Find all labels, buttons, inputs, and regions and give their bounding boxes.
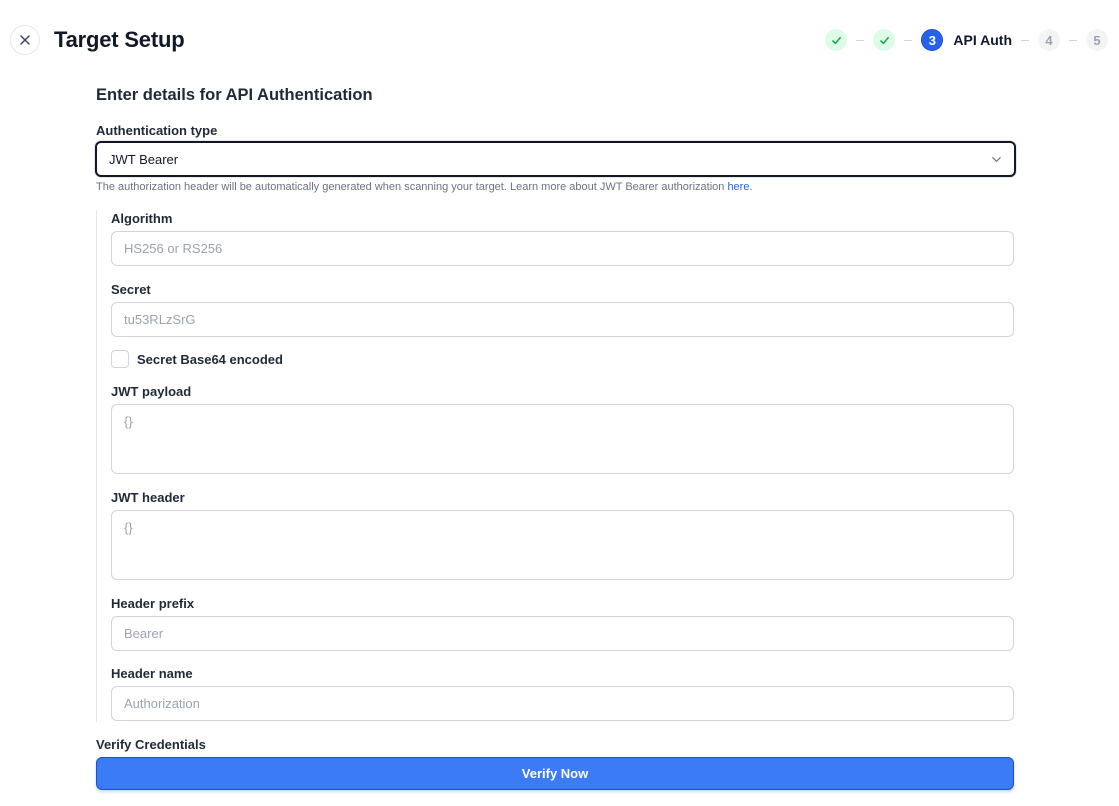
header-prefix-label: Header prefix: [111, 596, 195, 611]
helper-text: The authorization header will be automat…: [96, 181, 728, 193]
secret-label: Secret: [111, 282, 151, 297]
learn-more-link[interactable]: here.: [727, 181, 752, 193]
step-5-pending[interactable]: 5: [1086, 29, 1108, 51]
close-icon: [20, 35, 30, 45]
secret-base64-option[interactable]: Secret Base64 encoded: [111, 350, 283, 368]
indent-divider: [96, 210, 97, 722]
step-separator: [1021, 39, 1029, 41]
step-3-label: API Auth: [953, 32, 1012, 48]
jwt-header-label: JWT header: [111, 490, 185, 505]
secret-input[interactable]: [111, 302, 1014, 337]
chevron-down-icon: [992, 156, 1001, 162]
section-title: Enter details for API Authentication: [96, 86, 373, 104]
verify-credentials-label: Verify Credentials: [96, 737, 206, 752]
step-separator: [1069, 39, 1077, 41]
jwt-payload-label: JWT payload: [111, 384, 192, 399]
check-icon: [832, 36, 841, 44]
stepper: 3 API Auth 4 5: [825, 29, 1119, 51]
close-button[interactable]: [10, 25, 40, 55]
header-name-label: Header name: [111, 666, 193, 681]
secret-base64-label: Secret Base64 encoded: [137, 351, 283, 367]
auth-type-label: Authentication type: [96, 123, 218, 138]
top-bar: Target Setup 3 API Auth 4 5: [0, 0, 1119, 80]
algorithm-label: Algorithm: [111, 211, 173, 226]
step-1-complete[interactable]: [825, 29, 848, 51]
verify-now-button[interactable]: Verify Now: [96, 757, 1014, 790]
step-4-pending[interactable]: 4: [1038, 29, 1060, 51]
step-2-complete[interactable]: [873, 29, 896, 51]
secret-base64-checkbox[interactable]: [111, 350, 129, 368]
step-separator: [856, 39, 865, 41]
header-prefix-input[interactable]: [111, 616, 1014, 651]
page-title: Target Setup: [54, 27, 185, 52]
check-icon: [880, 36, 889, 44]
jwt-payload-textarea[interactable]: [111, 404, 1014, 474]
header-name-input[interactable]: [111, 686, 1014, 721]
auth-type-select[interactable]: JWT Bearer: [95, 141, 1016, 177]
step-3-active[interactable]: 3: [921, 29, 944, 51]
algorithm-input[interactable]: [111, 231, 1014, 266]
auth-helper-text: The authorization header will be automat…: [96, 181, 753, 193]
jwt-header-textarea[interactable]: [111, 510, 1014, 580]
step-separator: [904, 39, 913, 41]
auth-type-value: JWT Bearer: [109, 151, 179, 167]
